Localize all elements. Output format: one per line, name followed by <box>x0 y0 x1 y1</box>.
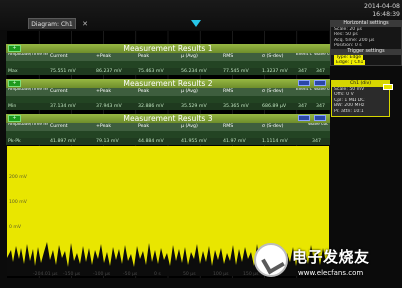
panel-title[interactable]: Measurement Results 1 <box>6 44 330 53</box>
column-header: Amplitude/Time measurement <box>8 53 48 57</box>
column-header: σ (S-dev) <box>262 54 284 59</box>
close-button[interactable] <box>314 115 326 121</box>
trigger-edge: Edge: ∫ Ch1 <box>334 60 366 66</box>
watermark: 电子发烧友 www.elecfans.com <box>254 240 400 286</box>
table-cell: 1.1114 mV <box>262 139 288 144</box>
table-cell: 347 <box>316 69 325 74</box>
watermark-url: www.elecfans.com <box>298 269 364 277</box>
panel-title[interactable]: Measurement Results 3 <box>6 114 330 123</box>
table-cell: 32.886 mV <box>138 104 164 109</box>
column-header: Amplitude/Time measurement <box>8 88 48 92</box>
x-tick-label: -204.01 μs <box>33 272 58 277</box>
table-cell: 35.365 mV <box>223 104 249 109</box>
table-cell: 86.237 mV <box>96 69 122 74</box>
table-cell: 41.97 mV <box>223 139 246 144</box>
table-cell: 1.3237 mV <box>262 69 288 74</box>
column-header: μ (Avg) <box>181 89 198 94</box>
settings-info-panel[interactable]: Horizontal settings Scale: 20 μs Res: 50… <box>330 20 402 66</box>
column-header: Current <box>50 124 68 129</box>
table-header-row: Amplitude/Time measurement Current +Peak… <box>6 53 330 61</box>
x-tick-label: -150 μs <box>63 272 81 277</box>
add-icon[interactable]: + <box>8 115 21 122</box>
time-label: 16:48:39 <box>372 11 400 18</box>
table-cell: 686.89 μV <box>262 104 287 109</box>
table-cell: 75.551 mV <box>50 69 76 74</box>
measurement-results-3-panel[interactable]: Measurement Results 3 + Amplitude/Time m… <box>6 114 330 145</box>
column-header: +Peak <box>96 54 112 59</box>
tab-diagram-ch1[interactable]: Diagram: Ch1 <box>28 18 76 29</box>
table-cell: Min <box>8 104 17 109</box>
column-header: μ (Avg) <box>181 124 198 129</box>
elecfans-logo-icon <box>254 243 288 277</box>
x-tick-label: 0 s <box>154 272 161 277</box>
table-cell: 44.884 mV <box>138 139 164 144</box>
oscilloscope-screen: Diagram: Ch1 ✕ 2014-04-08 16:48:39 Horiz… <box>0 0 402 288</box>
table-cell: Pk-Pk <box>8 139 21 144</box>
table-cell: 75.463 mV <box>138 69 164 74</box>
column-header: μ (Avg) <box>181 54 198 59</box>
measurement-results-1-panel[interactable]: Measurement Results 1 + Amplitude/Time m… <box>6 44 330 75</box>
panel-title[interactable]: Measurement Results 2 <box>6 79 330 88</box>
y-tick-label: 0 mV <box>9 225 22 230</box>
table-row: Max 75.551 mV 86.237 mV 75.463 mV 56.234… <box>6 68 330 75</box>
trigger-row: Edge: ∫ Ch1 <box>331 60 401 66</box>
table-row: Min 37.134 mV 37.943 mV 32.886 mV 35.529… <box>6 103 330 110</box>
trigger-position-marker[interactable] <box>191 20 201 27</box>
table-cell: 77.545 mV <box>223 69 249 74</box>
column-header: Wave count <box>314 88 330 92</box>
column-header: Current <box>50 89 68 94</box>
column-header: Peak <box>138 89 150 94</box>
close-button[interactable] <box>314 80 326 86</box>
table-cell: 347 <box>312 139 321 144</box>
column-header: +Peak <box>96 124 112 129</box>
column-header: Event count <box>296 88 312 92</box>
table-cell: Max <box>8 69 18 74</box>
x-tick-label: 50 μs <box>183 272 196 277</box>
column-header: Peak <box>138 54 150 59</box>
channel-color-badge[interactable] <box>383 84 393 90</box>
column-header: RMS <box>223 54 234 59</box>
table-cell: 79.13 mV <box>96 139 119 144</box>
table-row: Pk-Pk 41.897 mV 79.13 mV 44.884 mV 41.95… <box>6 138 330 145</box>
channel-settings-panel[interactable]: Ch1 (div) Scale: 50 mV Offs: 0 V Cpl: 1 … <box>331 80 390 117</box>
column-header: RMS <box>223 124 234 129</box>
column-header: +Peak <box>96 89 112 94</box>
y-tick-label: 200 mV <box>9 175 27 180</box>
column-header: Wave count <box>308 123 328 127</box>
date-label: 2014-04-08 <box>364 3 400 10</box>
watermark-text: 电子发烧友 <box>292 248 370 266</box>
table-cell: 37.134 mV <box>50 104 76 109</box>
table-cell: 56.234 mV <box>181 69 207 74</box>
table-cell: 347 <box>298 69 307 74</box>
x-tick-label: 100 μs <box>213 272 229 277</box>
close-icon[interactable]: ✕ <box>80 19 90 29</box>
x-tick-label: -50 μs <box>123 272 138 277</box>
x-tick-label: -100 μs <box>93 272 111 277</box>
table-cell: 347 <box>316 104 325 109</box>
table-cell: 35.529 mV <box>181 104 207 109</box>
table-cell: 41.955 mV <box>181 139 207 144</box>
column-header: σ (S-dev) <box>262 124 284 129</box>
column-header: Event count <box>296 53 312 57</box>
column-header: Current <box>50 54 68 59</box>
table-cell: 347 <box>298 104 307 109</box>
column-header: Wave count <box>314 53 330 57</box>
minimize-button[interactable] <box>298 80 310 86</box>
table-cell: 41.897 mV <box>50 139 76 144</box>
channel-row: Pr. attn: 10:1 <box>334 108 364 114</box>
minimize-button[interactable] <box>298 115 310 121</box>
table-header-row: Amplitude/Time measurement Current +Peak… <box>6 88 330 96</box>
column-header: RMS <box>223 89 234 94</box>
measurement-results-2-panel[interactable]: Measurement Results 2 + Amplitude/Time m… <box>6 79 330 110</box>
add-icon[interactable]: + <box>8 80 21 87</box>
column-header: Peak <box>138 124 150 129</box>
column-header: σ (S-dev) <box>262 89 284 94</box>
table-cell: 37.943 mV <box>96 104 122 109</box>
date-time-display: 2014-04-08 16:48:39 <box>336 3 400 19</box>
add-icon[interactable]: + <box>8 45 21 52</box>
column-header: Amplitude/Time measurement <box>8 123 48 127</box>
y-tick-label: 100 mV <box>9 200 27 205</box>
table-header-row: Amplitude/Time measurement Current +Peak… <box>6 123 330 131</box>
